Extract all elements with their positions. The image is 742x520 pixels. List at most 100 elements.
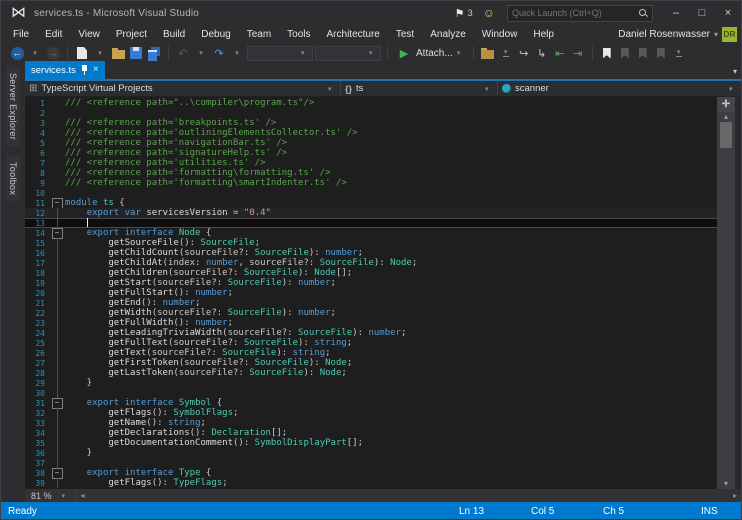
new-file-button[interactable] — [74, 45, 90, 61]
code-line[interactable]: 30 — [25, 388, 717, 398]
menu-item-tools[interactable]: Tools — [279, 29, 318, 40]
avatar[interactable]: DR — [722, 26, 737, 42]
code-line[interactable]: 21 getEnd(): number; — [25, 298, 717, 308]
navigate-backward-chevron[interactable]: ▾ — [27, 45, 43, 61]
code-line[interactable]: 37 — [25, 458, 717, 468]
tab-services-ts[interactable]: services.ts × — [25, 61, 105, 79]
menu-item-project[interactable]: Project — [108, 29, 155, 40]
code-line[interactable]: 14 export interface Node { — [25, 228, 717, 238]
quick-launch-input[interactable] — [512, 8, 638, 18]
open-file-button[interactable] — [110, 45, 126, 61]
scroll-left-icon[interactable]: ◂ — [77, 491, 89, 500]
code-line[interactable]: 28 getLastToken(sourceFile?: SourceFile)… — [25, 368, 717, 378]
code-line[interactable]: 17 getChildAt(index: number, sourceFile?… — [25, 258, 717, 268]
code-line[interactable]: 6 /// <reference path='signatureHelp.ts' … — [25, 148, 717, 158]
clear-bookmarks-button[interactable] — [653, 45, 669, 61]
solution-platforms-dropdown[interactable]: ▾ — [315, 45, 381, 61]
menu-item-window[interactable]: Window — [474, 29, 526, 40]
solution-configurations-dropdown[interactable]: ▾ — [247, 45, 313, 61]
redo-chevron[interactable]: ▾ — [229, 45, 245, 61]
sidebar-tab-toolbox[interactable]: Toolbox — [6, 156, 20, 202]
fold-collapse-icon[interactable] — [49, 228, 65, 238]
code-line[interactable]: 22 getWidth(sourceFile?: SourceFile): nu… — [25, 308, 717, 318]
sidebar-tab-server-explorer[interactable]: Server Explorer — [6, 67, 20, 147]
feedback-smiley-icon[interactable]: ☺ — [483, 6, 495, 20]
code-line[interactable]: 10 — [25, 188, 717, 198]
code-line[interactable]: 26 getText(sourceFile?: SourceFile): str… — [25, 348, 717, 358]
code-line[interactable]: 2 — [25, 108, 717, 118]
code-line[interactable]: 15 getSourceFile(): SourceFile; — [25, 238, 717, 248]
project-dropdown[interactable]: ⊞ TypeScript Virtual Projects ▾ — [25, 81, 341, 96]
zoom-dropdown[interactable]: 81 % ▾ — [25, 489, 77, 502]
indent-decrease-button[interactable]: ⇤ — [552, 45, 568, 61]
code-line[interactable]: 16 getChildCount(sourceFile?: SourceFile… — [25, 248, 717, 258]
undo-chevron[interactable]: ▾ — [193, 45, 209, 61]
code-area[interactable]: 1 /// <reference path="..\compiler\progra… — [25, 97, 717, 489]
code-line[interactable]: 27 getFirstToken(sourceFile?: SourceFile… — [25, 358, 717, 368]
menu-item-view[interactable]: View — [70, 29, 108, 40]
tab-close-icon[interactable]: × — [93, 65, 99, 75]
code-line[interactable]: 12 export var servicesVersion = "0.4" — [25, 208, 717, 218]
toolbar-options-chevron[interactable]: ▾ — [498, 45, 514, 61]
code-line[interactable]: 32 getFlags(): SymbolFlags; — [25, 408, 717, 418]
new-file-chevron[interactable]: ▾ — [92, 45, 108, 61]
code-line[interactable]: 34 getDeclarations(): Declaration[]; — [25, 428, 717, 438]
fold-collapse-icon[interactable] — [49, 468, 65, 478]
code-line[interactable]: 8 /// <reference path='formatting\formatt… — [25, 168, 717, 178]
notifications-flag-icon[interactable]: ⚑ — [455, 7, 465, 20]
menu-item-help[interactable]: Help — [525, 29, 562, 40]
menu-item-debug[interactable]: Debug — [193, 29, 238, 40]
navigate-backward-button[interactable]: ← — [9, 45, 25, 61]
code-line[interactable]: 3 /// <reference path='breakpoints.ts' /> — [25, 118, 717, 128]
code-line[interactable]: 23 getFullWidth(): number; — [25, 318, 717, 328]
member-dropdown[interactable]: scanner ▾ — [498, 81, 741, 96]
vertical-scrollbar-thumb[interactable] — [720, 122, 732, 148]
code-line[interactable]: 11 module ts { — [25, 198, 717, 208]
code-line[interactable]: 20 getFullStart(): number; — [25, 288, 717, 298]
code-line[interactable]: 1 /// <reference path="..\compiler\progra… — [25, 98, 717, 108]
toolbar-options-chevron[interactable]: ▾ — [671, 45, 687, 61]
minimize-button[interactable]: – — [663, 3, 689, 23]
code-line[interactable]: 13 — [25, 218, 717, 228]
code-line[interactable]: 35 getDocumentationComment(): SymbolDisp… — [25, 438, 717, 448]
code-line[interactable]: 5 /// <reference path='navigationBar.ts' … — [25, 138, 717, 148]
code-line[interactable]: 31 export interface Symbol { — [25, 398, 717, 408]
menu-item-team[interactable]: Team — [239, 29, 279, 40]
attach-chevron[interactable]: ▾ — [457, 49, 465, 57]
code-line[interactable]: 24 getLeadingTriviaWidth(sourceFile?: So… — [25, 328, 717, 338]
code-line[interactable]: 4 /// <reference path='outliningElementsC… — [25, 128, 717, 138]
fold-collapse-icon[interactable] — [49, 398, 65, 408]
account-chevron-down-icon[interactable]: ▾ — [714, 30, 718, 39]
undo-button[interactable]: ↶ — [175, 45, 191, 61]
vertical-scrollbar[interactable]: ✛ ▴ ▾ — [717, 97, 735, 489]
code-line[interactable]: 7 /// <reference path='utilities.ts' /> — [25, 158, 717, 168]
attach-button[interactable]: ▶ Attach... ▾ — [394, 45, 467, 61]
code-line[interactable]: 29 } — [25, 378, 717, 388]
scroll-down-icon[interactable]: ▾ — [724, 479, 728, 489]
find-in-files-button[interactable] — [480, 45, 496, 61]
menu-item-edit[interactable]: Edit — [37, 29, 70, 40]
code-line[interactable]: 9 /// <reference path='formatting\smartIn… — [25, 178, 717, 188]
save-all-button[interactable] — [146, 45, 162, 61]
split-window-handle-icon[interactable]: ✛ — [717, 97, 735, 112]
code-line[interactable]: 18 getChildren(sourceFile?: SourceFile):… — [25, 268, 717, 278]
account-name[interactable]: Daniel Rosenwasser — [618, 29, 710, 40]
menu-item-test[interactable]: Test — [388, 29, 422, 40]
maximize-button[interactable]: □ — [689, 3, 715, 23]
next-bookmark-button[interactable] — [635, 45, 651, 61]
previous-bookmark-button[interactable] — [617, 45, 633, 61]
menu-item-file[interactable]: File — [5, 29, 37, 40]
type-dropdown[interactable]: {} ts ▾ — [341, 81, 498, 96]
close-button[interactable]: × — [715, 3, 741, 23]
code-line[interactable]: 39 getFlags(): TypeFlags; — [25, 478, 717, 488]
code-line[interactable]: 38 export interface Type { — [25, 468, 717, 478]
document-list-chevron[interactable]: ▾ — [733, 67, 737, 76]
pin-icon[interactable] — [81, 65, 88, 75]
menu-item-analyze[interactable]: Analyze — [422, 29, 474, 40]
indent-increase-button[interactable]: ⇥ — [570, 45, 586, 61]
code-line[interactable]: 36 } — [25, 448, 717, 458]
redo-button[interactable]: ↷ — [211, 45, 227, 61]
code-line[interactable]: 33 getName(): string; — [25, 418, 717, 428]
fold-collapse-icon[interactable] — [49, 198, 65, 208]
notification-count[interactable]: 3 — [467, 8, 472, 19]
